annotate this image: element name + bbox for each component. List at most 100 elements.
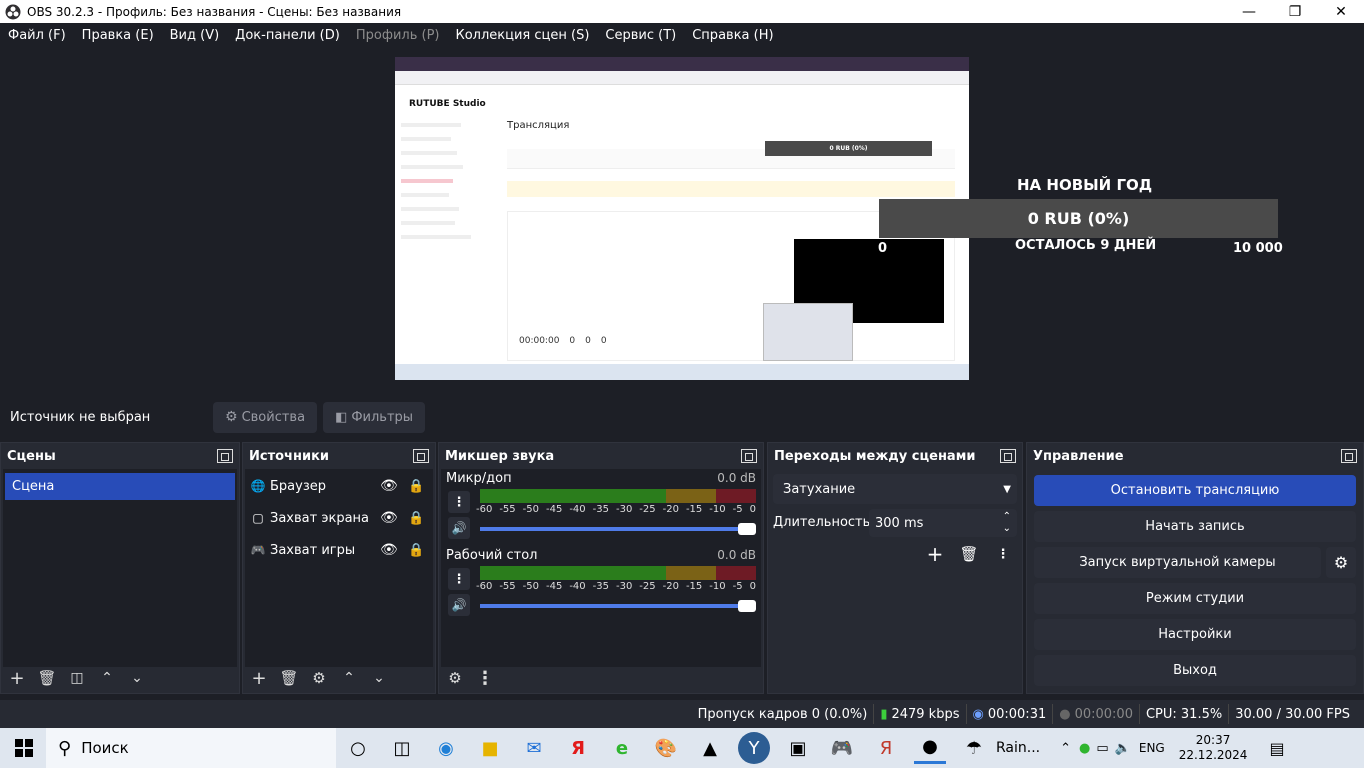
source-item-display-capture[interactable]: ▢ Захват экрана 👁 🔒 <box>250 506 430 530</box>
language-indicator[interactable]: ENG <box>1139 741 1165 755</box>
advanced-audio-icon[interactable]: ⚙ <box>443 666 467 690</box>
weather-label[interactable]: Rain... <box>996 740 1040 756</box>
scene-filters-icon[interactable]: ◫ <box>65 666 89 690</box>
cpu-usage: CPU: 31.5% <box>1145 706 1223 722</box>
game-icon[interactable]: 🎮 <box>826 732 858 764</box>
fps: 30.00 / 30.00 FPS <box>1235 706 1350 722</box>
undock-icon[interactable] <box>741 449 757 463</box>
add-transition-icon[interactable]: + <box>924 542 946 566</box>
visibility-eye-icon[interactable]: 👁 <box>380 478 398 494</box>
lock-icon[interactable]: 🔒 <box>408 543 424 558</box>
visibility-eye-icon[interactable]: 👁 <box>380 542 398 558</box>
taskbar-search-box[interactable]: ⚲ Поиск <box>46 728 336 768</box>
move-up-icon[interactable]: ⌃ <box>337 666 361 690</box>
title-bar: OBS 30.2.3 - Профиль: Без названия - Сце… <box>0 0 1364 23</box>
add-scene-icon[interactable]: + <box>5 666 29 690</box>
channel-db: 0.0 dB <box>717 548 756 562</box>
menu-view[interactable]: Вид (V) <box>170 28 220 43</box>
file-explorer-icon[interactable]: ■ <box>474 732 506 764</box>
notifications-icon[interactable]: ▤ <box>1269 739 1284 758</box>
source-item-browser[interactable]: 🌐 Браузер 👁 🔒 <box>250 474 430 498</box>
clock[interactable]: 20:37 22.12.2024 <box>1179 733 1248 763</box>
stream-icon: ◉ <box>972 706 984 722</box>
move-down-icon[interactable]: ⌄ <box>125 666 149 690</box>
controls-title: Управление <box>1033 448 1124 464</box>
mixer-menu-icon[interactable]: ⋮ <box>473 666 497 690</box>
exit-button[interactable]: Выход <box>1034 655 1356 686</box>
source-settings-icon[interactable]: ⚙ <box>307 666 331 690</box>
remove-source-icon[interactable]: 🗑 <box>277 666 301 690</box>
record-time: 00:00:00 <box>1074 706 1133 722</box>
spinner-icon[interactable]: ⌃ ⌄ <box>1003 511 1011 535</box>
add-source-icon[interactable]: + <box>247 666 271 690</box>
lock-icon[interactable]: 🔒 <box>408 479 424 494</box>
menu-docks[interactable]: Док-панели (D) <box>235 28 340 43</box>
maximize-button[interactable]: ❐ <box>1272 0 1318 23</box>
move-down-icon[interactable]: ⌄ <box>367 666 391 690</box>
rutube-brand: RUTUBE Studio <box>409 99 486 109</box>
yandex-icon[interactable]: Я <box>562 732 594 764</box>
transition-select[interactable]: Затухание ▼ <box>773 474 1017 504</box>
menu-profile[interactable]: Профиль (P) <box>356 28 440 43</box>
close-button[interactable]: ✕ <box>1318 0 1364 23</box>
edge-icon[interactable]: ◉ <box>430 732 462 764</box>
duration-input[interactable]: 300 ms ⌃ ⌄ <box>869 509 1017 537</box>
tray-chevron-icon[interactable]: ⌃ <box>1060 741 1071 756</box>
virtual-camera-settings-icon[interactable]: ⚙ <box>1326 547 1356 578</box>
yandex-music-icon[interactable]: Я <box>870 732 902 764</box>
source-toolbar: Источник не выбран ⚙ Свойства ◧ Фильтры <box>0 394 1364 440</box>
inner-taskbar <box>395 364 969 380</box>
channel-menu-icon[interactable]: ⋮ <box>448 568 470 590</box>
globe-icon: 🌐 <box>250 479 266 493</box>
undock-icon[interactable] <box>413 449 429 463</box>
mail-icon[interactable]: ✉ <box>518 732 550 764</box>
volume-slider[interactable] <box>480 523 756 535</box>
volume-icon[interactable]: 🔈 <box>1115 741 1131 756</box>
channel-menu-icon[interactable]: ⋮ <box>448 491 470 513</box>
speaker-icon[interactable]: 🔊 <box>448 594 470 616</box>
stat-likes: 0 <box>585 336 591 346</box>
speaker-icon[interactable]: 🔊 <box>448 517 470 539</box>
menu-edit[interactable]: Правка (E) <box>82 28 154 43</box>
sources-title: Источники <box>249 448 329 464</box>
start-virtual-camera-button[interactable]: Запуск виртуальной камеры <box>1034 547 1321 578</box>
network-icon[interactable]: ▭ <box>1096 741 1108 756</box>
remove-transition-icon[interactable]: 🗑 <box>958 543 980 565</box>
ie-icon[interactable]: e <box>606 732 638 764</box>
filters-button[interactable]: ◧ Фильтры <box>323 401 426 433</box>
scene-item[interactable]: Сцена <box>5 473 235 500</box>
app-icon[interactable]: ▲ <box>694 732 726 764</box>
obs-taskbar-icon[interactable]: ● <box>914 732 946 764</box>
minimize-button[interactable]: — <box>1226 0 1272 23</box>
transition-menu-icon[interactable]: ⋮ <box>992 543 1014 565</box>
tray-app-icon[interactable]: ● <box>1079 741 1090 756</box>
channel-name: Рабочий стол <box>446 548 538 563</box>
task-view-icon[interactable]: ◫ <box>386 732 418 764</box>
menu-scene-collection[interactable]: Коллекция сцен (S) <box>455 28 589 43</box>
cortana-icon[interactable]: ○ <box>342 732 374 764</box>
volume-slider[interactable] <box>480 600 756 612</box>
stop-streaming-button[interactable]: Остановить трансляцию <box>1034 475 1356 506</box>
yandex-browser-icon[interactable]: Y <box>738 732 770 764</box>
menu-tools[interactable]: Сервис (T) <box>605 28 676 43</box>
properties-button[interactable]: ⚙ Свойства <box>213 401 318 433</box>
weather-icon[interactable]: ☂ <box>958 732 990 764</box>
start-recording-button[interactable]: Начать запись <box>1034 511 1356 542</box>
studio-mode-button[interactable]: Режим студии <box>1034 583 1356 614</box>
terminal-icon[interactable]: ▣ <box>782 732 814 764</box>
menu-file[interactable]: Файл (F) <box>8 28 66 43</box>
windows-start-icon[interactable] <box>8 732 40 764</box>
menu-help[interactable]: Справка (H) <box>692 28 773 43</box>
visibility-eye-icon[interactable]: 👁 <box>380 510 398 526</box>
volume-meter <box>480 566 756 580</box>
source-item-game-capture[interactable]: 🎮 Захват игры 👁 🔒 <box>250 538 430 562</box>
undock-icon[interactable] <box>1341 449 1357 463</box>
clock-date: 22.12.2024 <box>1178 748 1248 762</box>
remove-scene-icon[interactable]: 🗑 <box>35 666 59 690</box>
settings-button[interactable]: Настройки <box>1034 619 1356 650</box>
undock-icon[interactable] <box>217 449 233 463</box>
lock-icon[interactable]: 🔒 <box>408 511 424 526</box>
undock-icon[interactable] <box>1000 449 1016 463</box>
paint-icon[interactable]: 🎨 <box>650 732 682 764</box>
move-up-icon[interactable]: ⌃ <box>95 666 119 690</box>
